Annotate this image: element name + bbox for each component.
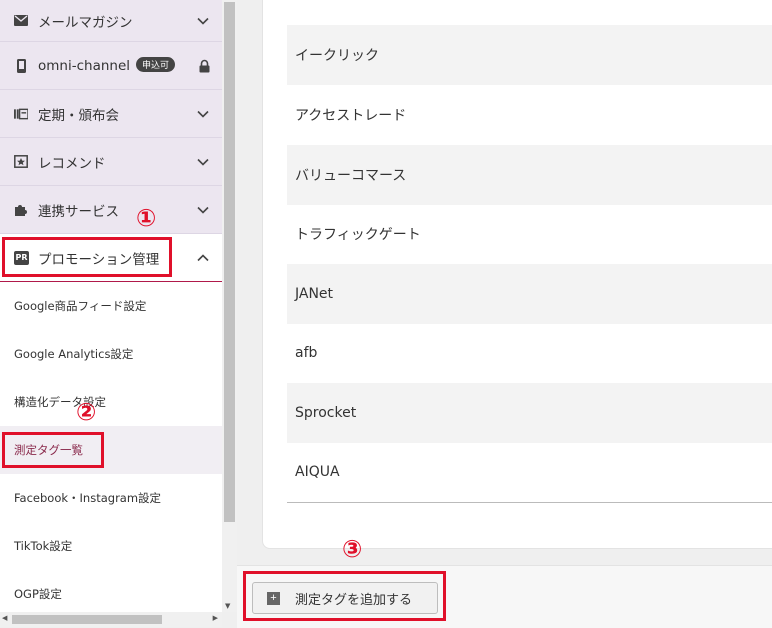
envelope-icon xyxy=(14,14,28,28)
step-number-1: ① xyxy=(136,204,157,232)
tag-row[interactable]: Sprocket xyxy=(287,383,772,443)
menu-label: レコメンド xyxy=(38,155,106,172)
highlight-box-add-button xyxy=(243,571,446,621)
chevron-down-icon xyxy=(197,17,209,25)
phone-icon xyxy=(14,58,28,73)
highlight-box-tag-list xyxy=(2,432,104,468)
menu-integrations[interactable]: 連携サービス xyxy=(0,186,222,234)
chevron-down-icon xyxy=(197,206,209,214)
sidebar-vertical-scrollbar[interactable]: ▼ xyxy=(222,0,237,612)
menu-subscription[interactable]: 定期・頒布会 xyxy=(0,90,222,138)
submenu-tiktok[interactable]: TikTok設定 xyxy=(0,522,222,570)
submenu-structured-data[interactable]: 構造化データ設定 xyxy=(0,378,222,426)
step-number-2: ② xyxy=(76,398,97,426)
tag-list-panel: イークリック アクセストレード バリューコマース トラフィックゲート JANet… xyxy=(262,0,772,549)
menu-omni-channel[interactable]: omni-channel 申込可 xyxy=(0,42,222,90)
submenu-google-feed[interactable]: Google商品フィード設定 xyxy=(0,282,222,330)
sidebar-horizontal-scrollbar[interactable]: ◀ ▶ xyxy=(0,612,222,627)
step-number-3: ③ xyxy=(342,535,363,563)
submenu-facebook-instagram[interactable]: Facebook・Instagram設定 xyxy=(0,474,222,522)
chevron-down-icon xyxy=(197,158,209,166)
menu-label: 連携サービス xyxy=(38,203,119,220)
sidebar: メールマガジン omni-channel 申込可 定期・頒布会 レコメンド 連携サ… xyxy=(0,0,222,612)
chevron-down-icon xyxy=(197,110,209,118)
scrollbar-thumb[interactable] xyxy=(224,2,235,522)
highlight-box-promotion xyxy=(2,237,172,277)
menu-label: 定期・頒布会 xyxy=(38,107,119,124)
tag-row[interactable]: アクセストレード xyxy=(287,85,772,145)
status-badge: 申込可 xyxy=(136,57,176,72)
menu-label: メールマガジン xyxy=(38,14,133,31)
tag-row[interactable]: バリューコマース xyxy=(287,145,772,205)
tag-row[interactable]: イークリック xyxy=(287,25,772,85)
scroll-left-arrow-icon[interactable]: ◀ xyxy=(2,614,7,622)
menu-mail-magazine[interactable]: メールマガジン xyxy=(0,0,222,42)
chevron-up-icon xyxy=(197,253,209,261)
tag-row[interactable]: afb xyxy=(287,323,772,383)
tag-row[interactable]: JANet xyxy=(287,264,772,324)
menu-recommend[interactable]: レコメンド xyxy=(0,138,222,186)
lock-icon xyxy=(199,59,210,72)
puzzle-icon xyxy=(14,203,28,217)
submenu-ogp[interactable]: OGP設定 xyxy=(0,570,222,612)
scrollbar-thumb[interactable] xyxy=(12,615,162,624)
tag-row[interactable]: AIQUA xyxy=(287,442,772,502)
scroll-right-arrow-icon[interactable]: ▶ xyxy=(213,614,218,622)
tag-row[interactable]: トラフィックゲート xyxy=(287,204,772,264)
divider xyxy=(287,502,772,503)
menu-label: omni-channel 申込可 xyxy=(38,57,176,74)
scroll-down-arrow-icon[interactable]: ▼ xyxy=(225,602,230,610)
star-box-icon xyxy=(14,155,28,169)
submenu-google-analytics[interactable]: Google Analytics設定 xyxy=(0,330,222,378)
calendar-icon xyxy=(14,107,28,121)
